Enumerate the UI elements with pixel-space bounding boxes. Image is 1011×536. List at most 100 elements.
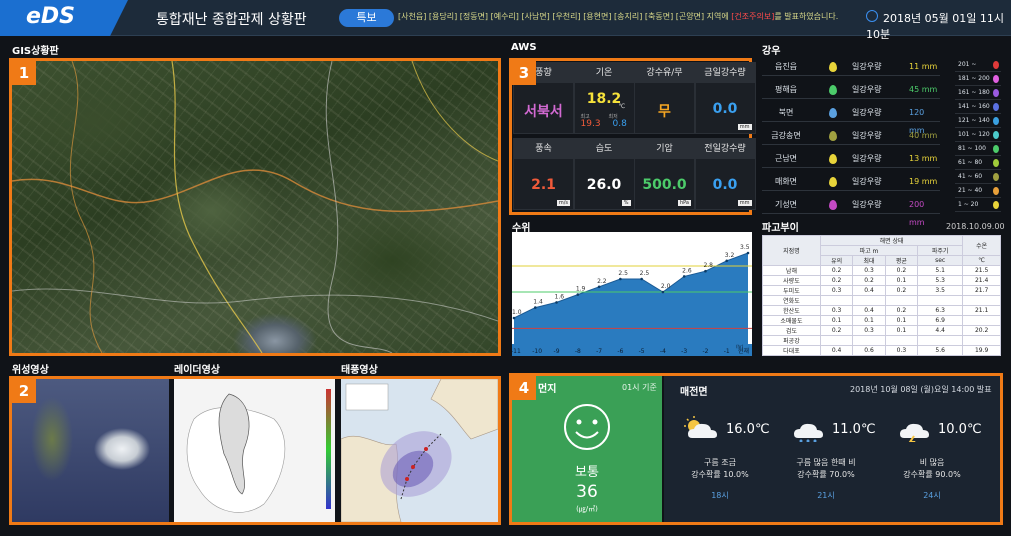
thunder-cloud-icon <box>900 423 929 442</box>
table-row: 한산도 0.3 0.4 0.2 6.3 21.1 <box>762 305 1001 316</box>
data-label: 2.6 <box>682 267 692 274</box>
table-row: 퍼공강 <box>762 335 1001 346</box>
rain-value: 19 mm <box>909 177 938 186</box>
buoy-table: 지점명 해면 상태 수온 파고 m 파주기 유의 최대 평균 sec ℃ 남해 0.2 0.3 0.… <box>762 235 1001 356</box>
raindrop-icon <box>829 85 837 95</box>
table-cell: 검도 <box>762 325 821 336</box>
rain-station-name: 읍진읍 <box>774 62 798 71</box>
data-point <box>555 301 558 304</box>
table-cell <box>852 295 886 306</box>
section-title-aws: AWS <box>511 42 537 53</box>
legend-range: 81 ~ 100 <box>958 145 986 152</box>
aws-cell-value: 26.0 <box>586 177 622 193</box>
section-title-typhoon: 태풍영상 <box>341 365 378 376</box>
gis-panel-frame <box>9 58 501 356</box>
panel-badge-4: 4 <box>512 376 536 400</box>
aws-unit: % <box>621 200 631 206</box>
x-tick-label: -11 <box>512 348 521 355</box>
table-cell: 소매물도 <box>762 315 821 326</box>
aws-cell-label: 강수유/무 <box>635 63 694 83</box>
aws-cell-label: 전일강수량 <box>695 139 755 159</box>
dust-value: 36 <box>576 482 598 502</box>
raindrop-icon <box>993 201 999 209</box>
aws-cell: 습도 26.0% <box>573 138 635 210</box>
x-tick-label: -5 <box>639 348 645 355</box>
legend-row: 61 ~ 80 <box>955 156 1001 170</box>
forecast-desc: 비 많음 <box>919 458 945 467</box>
rain-station-name: 매화면 <box>774 177 798 186</box>
table-cell: 21.7 <box>962 285 1001 296</box>
rain-row: 읍진읍 일강우량 11 mm <box>762 58 940 76</box>
legend-range: 121 ~ 140 <box>958 117 990 124</box>
water-level-chart[interactable]: 1.0 1.4 1.6 1.9 2.2 2.5 2.5 2.0 2.6 2.8 3.2 3.5 -11 -… <box>512 232 752 356</box>
x-axis-band <box>512 344 752 356</box>
dust-time: 01시 기준 <box>622 383 657 392</box>
rain-station-name: 금강송면 <box>771 131 801 140</box>
data-point <box>746 251 750 255</box>
col-temp-unit: ℃ <box>962 255 1001 266</box>
raindrop-icon <box>993 145 999 153</box>
col-period-unit: sec <box>917 255 964 266</box>
table-cell: 0.4 <box>852 305 886 316</box>
media-panel-frame <box>9 376 501 525</box>
aws-unit: hPa <box>677 200 691 206</box>
legend-row: 81 ~ 100 <box>955 142 1001 156</box>
table-cell: 6.3 <box>917 305 964 316</box>
data-label: 2.0 <box>661 283 671 290</box>
data-point <box>725 259 729 263</box>
x-tick-label: -10 <box>532 348 542 355</box>
raindrop-icon <box>993 75 999 83</box>
aws-unit: m/s <box>556 200 570 206</box>
table-cell: 5.3 <box>917 275 964 286</box>
rain-station-name: 기성면 <box>774 200 798 209</box>
table-cell: 다대포 <box>762 345 821 356</box>
data-label: 2.5 <box>618 270 628 277</box>
table-row: 두미도 0.3 0.4 0.2 3.5 21.7 <box>762 285 1001 296</box>
alert-button[interactable]: 특보 <box>339 9 394 27</box>
table-cell: 0.6 <box>852 345 886 356</box>
table-row: 검도 0.2 0.3 0.1 4.4 20.2 <box>762 325 1001 336</box>
data-label: 2.5 <box>640 270 650 277</box>
legend-range: 201 ~ <box>958 61 977 68</box>
raindrop-icon <box>829 62 837 72</box>
raindrop-icon <box>993 103 999 111</box>
table-cell: 0.1 <box>819 315 854 326</box>
aws-cell-value: 무 <box>658 104 671 120</box>
legend-range: 141 ~ 160 <box>958 103 990 110</box>
table-cell: 퍼공강 <box>762 335 821 346</box>
raindrop-icon <box>829 177 837 187</box>
rain-label: 일강우량 <box>852 108 882 117</box>
table-cell: 0.2 <box>884 285 919 296</box>
aws-cell-label: 습도 <box>574 139 634 159</box>
dust-status: 보통 <box>575 465 599 480</box>
rain-row: 평해읍 일강우량 45 mm <box>762 81 940 99</box>
legend-range: 101 ~ 120 <box>958 131 990 138</box>
table-row: 남해 0.2 0.3 0.2 5.1 21.5 <box>762 265 1001 276</box>
aws-cell-value: 서북서 <box>524 104 563 120</box>
table-cell: 남해 <box>762 265 821 276</box>
data-label: 1.6 <box>555 293 565 300</box>
x-tick-label: -4 <box>660 348 666 355</box>
forecast-rain-prob: 강수확률 70.0% <box>797 470 855 479</box>
raindrop-icon <box>993 173 999 181</box>
panel-badge-3: 3 <box>512 61 536 85</box>
legend-row: 141 ~ 160 <box>955 100 1001 114</box>
table-cell: 사량도 <box>762 275 821 286</box>
aws-cell-label: 기온 <box>574 63 634 83</box>
table-cell: 연화도 <box>762 295 821 306</box>
forecast-desc: 구름 많음 한때 비 <box>796 458 856 467</box>
rain-value: 200 mm <box>909 200 925 227</box>
data-point <box>533 306 537 309</box>
legend-row: 21 ~ 40 <box>955 184 1001 198</box>
forecast-temp: 16.0℃ <box>726 422 770 437</box>
aws-cell-value: 500.0 <box>642 177 687 193</box>
raindrop-icon <box>993 89 999 97</box>
table-cell: 0.3 <box>819 285 854 296</box>
aws-cell-label: 풍속 <box>514 139 573 159</box>
panel-badge-2: 2 <box>12 379 36 403</box>
table-cell: 5.6 <box>917 345 964 356</box>
table-cell: 0.3 <box>819 305 854 316</box>
data-label: 2.2 <box>597 278 607 285</box>
table-row: 연화도 <box>762 295 1001 306</box>
table-cell: 20.2 <box>962 325 1001 336</box>
